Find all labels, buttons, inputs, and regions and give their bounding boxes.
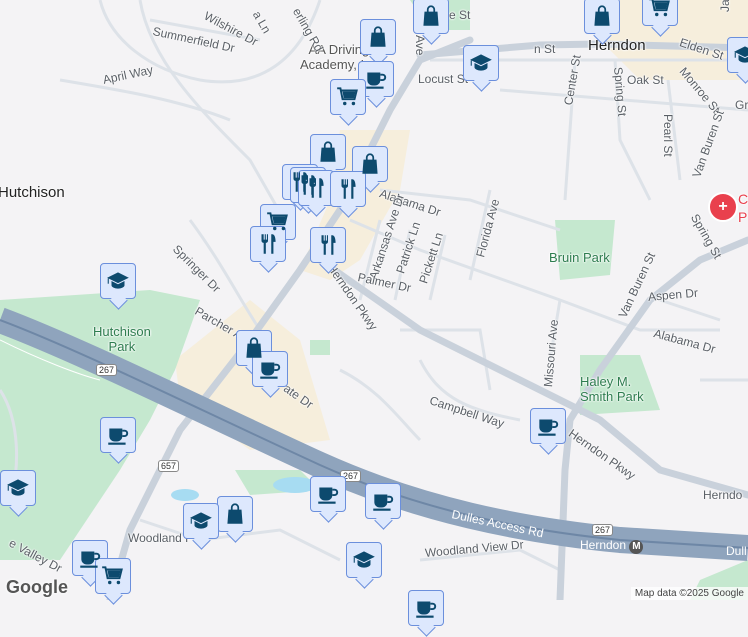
shopping-bag-marker[interactable] (310, 134, 346, 170)
shopping-bag-icon (589, 3, 615, 29)
coffee-cup-marker[interactable] (530, 408, 566, 444)
restaurant-marker[interactable] (310, 227, 346, 263)
graduation-cap-marker[interactable] (183, 503, 219, 539)
shopping-cart-icon (100, 563, 126, 589)
graduation-cap-marker[interactable] (0, 470, 36, 506)
map-attribution[interactable]: Map data ©2025 Google (630, 587, 748, 600)
shopping-bag-marker[interactable] (360, 19, 396, 55)
restaurant-marker[interactable] (250, 226, 286, 262)
area-label-hutchison: Hutchison (0, 184, 65, 201)
graduation-cap-icon (188, 508, 214, 534)
shopping-bag-marker[interactable] (584, 0, 620, 34)
shopping-cart-marker[interactable] (330, 79, 366, 115)
street-label: Locust St (418, 72, 469, 86)
park-label-bruin[interactable]: Bruin Park (549, 250, 610, 265)
hospital-icon: + (718, 198, 728, 215)
restaurant-icon (335, 176, 361, 202)
graduation-cap-marker[interactable] (346, 542, 382, 578)
coffee-cup-marker[interactable] (408, 590, 444, 626)
coffee-cup-marker[interactable] (365, 483, 401, 519)
coffee-cup-icon (413, 595, 439, 621)
restaurant-marker[interactable] (298, 170, 334, 206)
route-shield-267: 267 (96, 364, 118, 376)
park-area (310, 340, 330, 355)
metro-icon: M (629, 540, 644, 554)
restaurant-icon (303, 175, 329, 201)
street-label: Dull (726, 544, 747, 558)
coffee-cup-marker[interactable] (358, 61, 394, 97)
graduation-cap-icon (468, 50, 494, 76)
street-label: n St (534, 42, 556, 56)
restaurant-icon (315, 232, 341, 258)
route-shield-267: 267 (592, 524, 614, 536)
shopping-cart-icon (647, 0, 673, 21)
shopping-bag-icon (222, 501, 248, 527)
shopping-bag-marker[interactable] (413, 0, 449, 34)
coffee-cup-icon (257, 356, 283, 382)
shopping-bag-icon (315, 139, 341, 165)
shopping-bag-icon (418, 3, 444, 29)
street-label: Oak St (627, 73, 664, 87)
coffee-cup-marker[interactable] (310, 476, 346, 512)
graduation-cap-marker[interactable] (463, 45, 499, 81)
hospital-marker[interactable]: + (708, 192, 738, 222)
park-label-hutchison[interactable]: Hutchison Park (93, 324, 151, 354)
pond (171, 489, 199, 501)
street-label: Gr (735, 98, 748, 112)
street-label: Jackson (718, 0, 732, 12)
street-label: Pearl St (661, 114, 675, 157)
coffee-cup-icon (105, 422, 131, 448)
route-shield-657: 657 (158, 460, 180, 472)
graduation-cap-icon (5, 475, 31, 501)
shopping-bag-marker[interactable] (217, 496, 253, 532)
park-label-haley-smith[interactable]: Haley M. Smith Park (580, 374, 644, 404)
coffee-cup-icon (315, 481, 341, 507)
shopping-bag-icon (365, 24, 391, 50)
station-label-herndon[interactable]: Herndon M (580, 538, 644, 554)
graduation-cap-icon (732, 42, 748, 68)
shopping-cart-icon (335, 84, 361, 110)
restaurant-icon (255, 231, 281, 257)
street-label: e St (449, 8, 471, 22)
shopping-cart-marker[interactable] (642, 0, 678, 26)
graduation-cap-icon (105, 268, 131, 294)
google-logo: Google (6, 577, 68, 597)
shopping-cart-marker[interactable] (95, 558, 131, 594)
hospital-label[interactable]: C P (738, 190, 748, 226)
street-label: Herndo (703, 488, 743, 502)
coffee-cup-marker[interactable] (252, 351, 288, 387)
coffee-cup-icon (535, 413, 561, 439)
graduation-cap-marker[interactable] (727, 37, 748, 73)
station-name: Herndon (580, 538, 627, 552)
coffee-cup-icon (363, 66, 389, 92)
shopping-bag-icon (357, 151, 383, 177)
restaurant-marker[interactable] (330, 171, 366, 207)
graduation-cap-marker[interactable] (100, 263, 136, 299)
coffee-cup-icon (370, 488, 396, 514)
graduation-cap-icon (351, 547, 377, 573)
coffee-cup-marker[interactable] (100, 417, 136, 453)
